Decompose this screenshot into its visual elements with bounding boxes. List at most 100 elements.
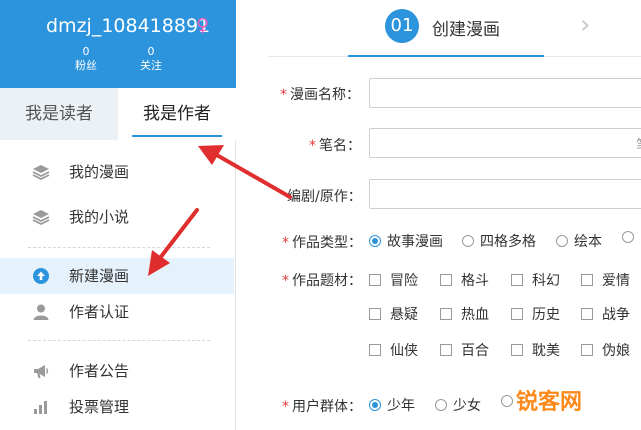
fans-stat[interactable]: 0 粉丝 [56,45,116,73]
fans-label: 粉丝 [75,59,97,72]
radio-dot [369,235,381,247]
radio-dot [435,399,447,411]
menu-divider [28,340,210,341]
theme-checkbox[interactable]: 历史 [511,304,560,324]
follow-count: 0 [147,45,155,58]
theme-checkbox-label: 科幻 [532,273,560,289]
active-tab-indicator [132,135,222,137]
sidebar-item-label: 作者认证 [69,303,130,321]
required-mark: * [282,235,289,251]
sidebar-item-author-notice[interactable]: 作者公告 [0,353,234,389]
pen-name-hint: 笔 [636,135,641,155]
type-radio-story[interactable]: 故事漫画 [369,231,443,251]
required-mark: * [280,87,287,103]
checkbox-box [581,274,593,286]
role-tabs: 我是读者 我是作者 [0,88,236,140]
radio-dot [622,231,634,243]
watermark-logo: 锐客网 [516,390,583,415]
theme-checkbox[interactable]: 伪娘 [581,340,630,360]
audience-radio-girls[interactable]: 少女 [435,395,481,415]
theme-checkbox-label: 悬疑 [390,307,418,323]
theme-checkbox-label: 历史 [532,307,560,323]
sidebar-item-author-verify[interactable]: 作者认证 [0,294,234,330]
theme-checkbox-label: 爱情 [602,273,630,289]
work-type-label: * 作品类型： [282,235,362,251]
chevron-right-icon: › [580,10,591,40]
checkbox-box [440,344,452,356]
title-input[interactable] [369,78,641,108]
theme-checkbox-label: 冒险 [390,273,418,289]
layers-icon [32,165,50,181]
checkbox-box [369,308,381,320]
sidebar: dmzj_108418891 ♀ 0 粉丝 0 关注 我是读者 我是作者 我的漫… [0,0,236,430]
required-mark: * [282,399,289,415]
theme-checkbox[interactable]: 热血 [440,304,489,324]
fans-count: 0 [82,45,90,58]
checkbox-box [369,274,381,286]
sidebar-item-my-comics[interactable]: 我的漫画 [0,154,234,190]
megaphone-icon [34,365,49,378]
audience-radio-boys[interactable]: 少年 [369,395,415,415]
type-radio-4koma[interactable]: 四格多格 [462,231,536,251]
theme-checkbox-label: 百合 [461,343,489,359]
type-radio-more[interactable] [622,231,640,243]
sidebar-item-label: 投票管理 [69,398,130,416]
required-mark: * [309,138,316,154]
checkbox-box [581,308,593,320]
step-label: 创建漫画 [432,20,500,40]
checkbox-box [440,274,452,286]
sidebar-item-label: 我的漫画 [69,163,130,181]
audience-label: * 用户群体： [282,399,362,415]
sidebar-item-label: 我的小说 [69,208,130,226]
bar-chart-icon [34,401,47,414]
writer-label: 编剧/原作： [287,189,362,205]
pen-name-input[interactable] [369,128,641,158]
writer-input[interactable] [369,179,641,209]
theme-checkbox[interactable]: 悬疑 [369,304,418,324]
step-bar: 01 创建漫画 › [268,0,641,57]
checkbox-box [511,274,523,286]
menu-divider [28,247,210,248]
active-step-indicator [348,55,544,57]
radio-dot [369,399,381,411]
upload-circle-icon [33,268,49,284]
tab-reader[interactable]: 我是读者 [0,88,118,140]
sidebar-item-my-novels[interactable]: 我的小说 [0,199,234,235]
theme-checkbox-label: 热血 [461,307,489,323]
theme-checkbox-label: 战争 [602,307,630,323]
theme-checkbox[interactable]: 百合 [440,340,489,360]
checkbox-box [511,344,523,356]
username[interactable]: dmzj_108418891 [46,15,210,37]
tab-author[interactable]: 我是作者 [118,88,236,140]
type-radio-picturebook[interactable]: 绘本 [556,231,602,251]
theme-checkbox[interactable]: 爱情 [581,270,630,290]
layers-icon [32,210,50,226]
theme-checkbox[interactable]: 耽美 [511,340,560,360]
sidebar-item-new-comic[interactable]: 新建漫画 [0,258,234,294]
theme-checkbox-label: 格斗 [461,273,489,289]
theme-label: * 作品题材： [282,273,362,289]
theme-checkbox[interactable]: 战争 [581,304,630,324]
checkbox-box [581,344,593,356]
step-number-badge: 01 [385,9,419,43]
sidebar-item-vote-manage[interactable]: 投票管理 [0,389,234,425]
theme-checkbox[interactable]: 格斗 [440,270,489,290]
radio-dot [556,235,568,247]
checkbox-box [369,344,381,356]
theme-checkbox[interactable]: 科幻 [511,270,560,290]
female-gender-icon: ♀ [196,15,210,36]
radio-dot [462,235,474,247]
theme-checkbox[interactable]: 冒险 [369,270,418,290]
theme-checkbox-label: 伪娘 [602,343,630,359]
checkbox-box [440,308,452,320]
required-mark: * [282,273,289,289]
theme-checkbox[interactable]: 仙侠 [369,340,418,360]
checkbox-box [511,308,523,320]
follow-stat[interactable]: 0 关注 [121,45,181,73]
follow-label: 关注 [140,59,162,72]
radio-dot [501,395,513,407]
user-icon [33,304,49,320]
sidebar-item-label: 新建漫画 [69,267,130,285]
theme-checkbox-label: 耽美 [532,343,560,359]
theme-checkbox-label: 仙侠 [390,343,418,359]
